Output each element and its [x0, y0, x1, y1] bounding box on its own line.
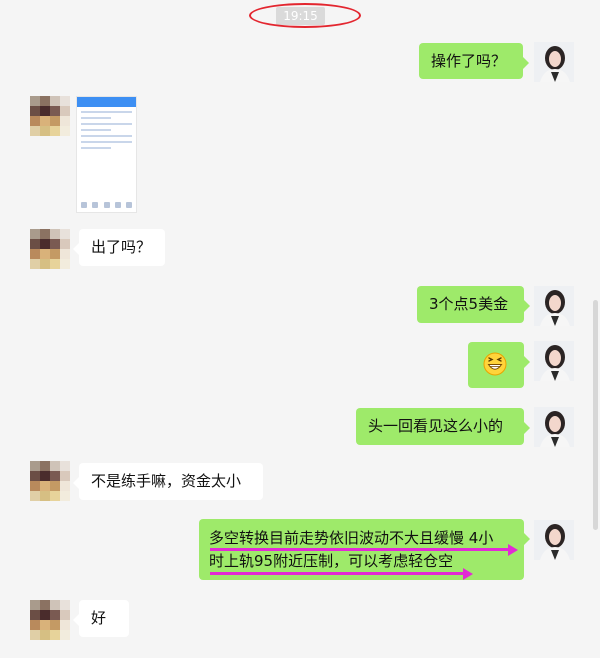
annotation-circle: [249, 3, 361, 28]
my-avatar[interactable]: [534, 520, 574, 560]
message-bubble[interactable]: 头一回看见这么小的: [356, 408, 530, 445]
image-message[interactable]: [76, 96, 137, 213]
my-avatar[interactable]: [534, 42, 574, 82]
contact-avatar[interactable]: [30, 96, 70, 136]
my-avatar[interactable]: [534, 341, 574, 381]
contact-avatar[interactable]: [30, 461, 70, 501]
scrollbar[interactable]: [593, 300, 598, 530]
emoji-message[interactable]: [468, 342, 530, 388]
annotation-arrow: [210, 572, 465, 575]
contact-avatar[interactable]: [30, 229, 70, 269]
my-avatar[interactable]: [534, 286, 574, 326]
timestamp-divider: 19:15: [0, 0, 600, 30]
annotation-arrow: [210, 548, 510, 551]
annotation-arrow-head: [463, 567, 473, 580]
message-bubble[interactable]: 好: [73, 600, 129, 637]
image-preview-header: [77, 97, 136, 107]
annotation-arrow-head: [508, 543, 518, 556]
message-bubble[interactable]: 不是练手嘛，资金太小: [73, 463, 263, 500]
my-avatar[interactable]: [534, 407, 574, 447]
grinning-face-icon: [483, 352, 507, 376]
message-bubble[interactable]: 操作了吗？: [419, 43, 529, 79]
image-preview-dock: [81, 202, 132, 208]
message-bubble[interactable]: 3个点5美金: [417, 286, 530, 323]
message-bubble[interactable]: 出了吗？: [73, 229, 165, 266]
contact-avatar[interactable]: [30, 600, 70, 640]
